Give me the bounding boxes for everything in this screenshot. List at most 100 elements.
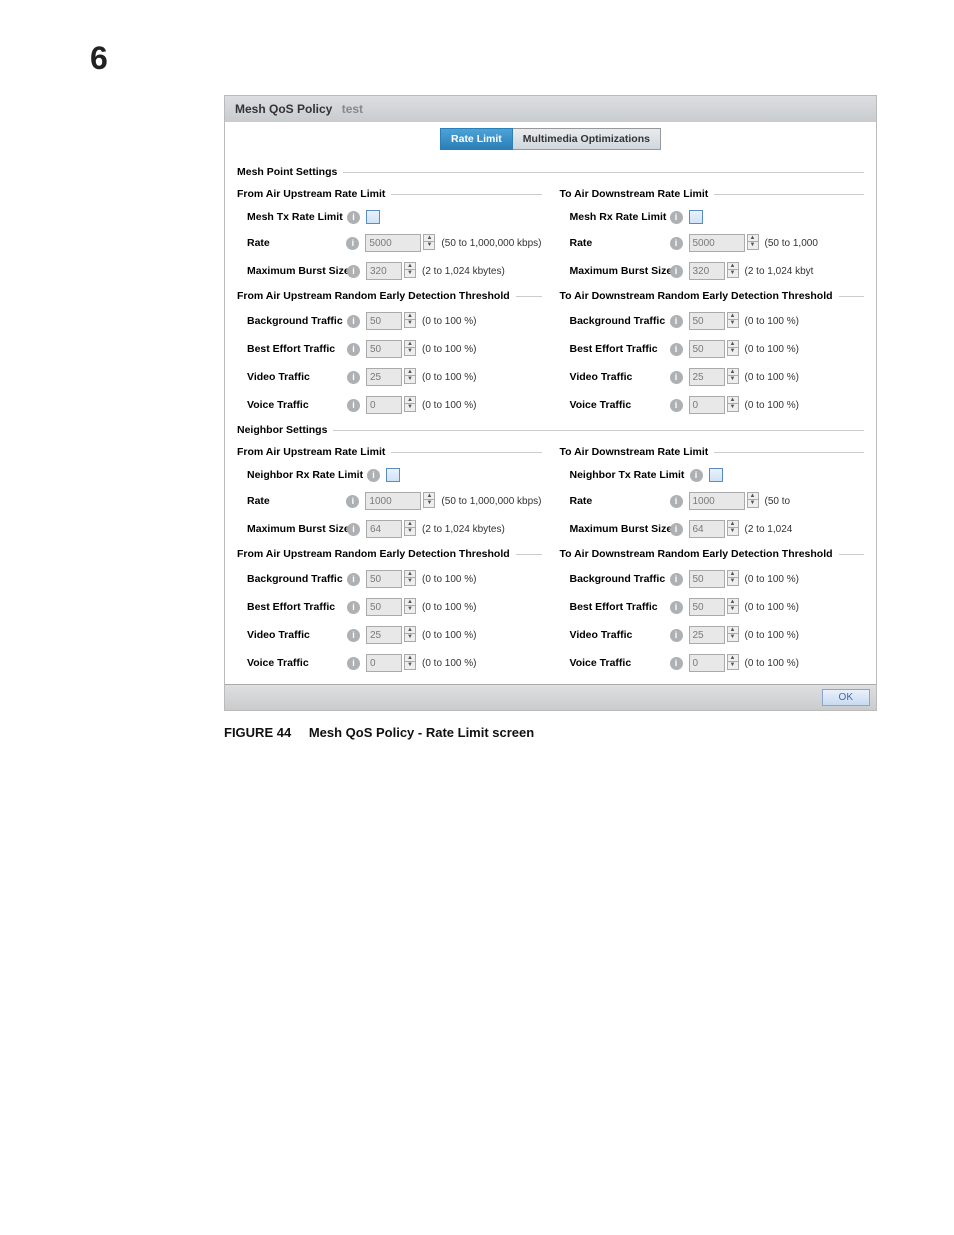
- spin-up-icon[interactable]: ▲: [747, 492, 759, 500]
- input-burst[interactable]: [689, 520, 725, 538]
- input-bg[interactable]: [689, 312, 725, 330]
- spin-voi[interactable]: ▲▼: [689, 654, 739, 672]
- spin-down-icon[interactable]: ▼: [727, 376, 739, 384]
- spin-down-icon[interactable]: ▼: [404, 606, 416, 614]
- info-icon[interactable]: i: [347, 629, 360, 642]
- spin-bg[interactable]: ▲▼: [366, 570, 416, 588]
- input-rate[interactable]: [365, 234, 421, 252]
- input-vid[interactable]: [366, 368, 402, 386]
- spin-down-icon[interactable]: ▼: [747, 500, 759, 508]
- spin-up-icon[interactable]: ▲: [404, 312, 416, 320]
- info-icon[interactable]: i: [670, 237, 683, 250]
- spin-down-icon[interactable]: ▼: [727, 634, 739, 642]
- spin-up-icon[interactable]: ▲: [727, 396, 739, 404]
- info-icon[interactable]: i: [347, 523, 360, 536]
- spin-up-icon[interactable]: ▲: [423, 492, 435, 500]
- spin-rate[interactable]: ▲▼: [689, 234, 759, 252]
- info-icon[interactable]: i: [347, 601, 360, 614]
- spin-down-icon[interactable]: ▼: [404, 528, 416, 536]
- spin-down-icon[interactable]: ▼: [404, 270, 416, 278]
- spin-down-icon[interactable]: ▼: [727, 662, 739, 670]
- input-voi[interactable]: [366, 654, 402, 672]
- spin-be[interactable]: ▲▼: [689, 598, 739, 616]
- input-burst[interactable]: [366, 520, 402, 538]
- info-icon[interactable]: i: [347, 573, 360, 586]
- chk-mesh-rx[interactable]: [689, 210, 703, 224]
- input-bg[interactable]: [366, 570, 402, 588]
- spin-voi[interactable]: ▲▼: [689, 396, 739, 414]
- info-icon[interactable]: i: [670, 399, 683, 412]
- info-icon[interactable]: i: [670, 601, 683, 614]
- chk-neigh-rx[interactable]: [386, 468, 400, 482]
- spin-vid[interactable]: ▲▼: [366, 626, 416, 644]
- info-icon[interactable]: i: [347, 315, 360, 328]
- info-icon[interactable]: i: [347, 399, 360, 412]
- spin-vid[interactable]: ▲▼: [689, 368, 739, 386]
- spin-up-icon[interactable]: ▲: [727, 368, 739, 376]
- info-icon[interactable]: i: [347, 371, 360, 384]
- spin-up-icon[interactable]: ▲: [423, 234, 435, 242]
- spin-up-icon[interactable]: ▲: [727, 626, 739, 634]
- ok-button[interactable]: OK: [822, 689, 870, 706]
- spin-bg[interactable]: ▲▼: [689, 570, 739, 588]
- spin-down-icon[interactable]: ▼: [404, 634, 416, 642]
- info-icon[interactable]: i: [346, 237, 359, 250]
- spin-bg[interactable]: ▲▼: [366, 312, 416, 330]
- input-rate[interactable]: [689, 492, 745, 510]
- spin-vid[interactable]: ▲▼: [689, 626, 739, 644]
- spin-be[interactable]: ▲▼: [366, 598, 416, 616]
- input-be[interactable]: [366, 598, 402, 616]
- spin-down-icon[interactable]: ▼: [423, 500, 435, 508]
- spin-down-icon[interactable]: ▼: [727, 404, 739, 412]
- input-burst[interactable]: [689, 262, 725, 280]
- info-icon[interactable]: i: [690, 469, 703, 482]
- spin-down-icon[interactable]: ▼: [404, 404, 416, 412]
- spin-up-icon[interactable]: ▲: [747, 234, 759, 242]
- info-icon[interactable]: i: [347, 343, 360, 356]
- input-voi[interactable]: [366, 396, 402, 414]
- input-burst[interactable]: [366, 262, 402, 280]
- input-voi[interactable]: [689, 654, 725, 672]
- spin-down-icon[interactable]: ▼: [423, 242, 435, 250]
- spin-down-icon[interactable]: ▼: [727, 270, 739, 278]
- input-rate[interactable]: [365, 492, 421, 510]
- spin-rate[interactable]: ▲▼: [365, 492, 435, 510]
- spin-up-icon[interactable]: ▲: [727, 340, 739, 348]
- info-icon[interactable]: i: [670, 371, 683, 384]
- spin-down-icon[interactable]: ▼: [727, 320, 739, 328]
- spin-be[interactable]: ▲▼: [366, 340, 416, 358]
- spin-up-icon[interactable]: ▲: [404, 598, 416, 606]
- input-voi[interactable]: [689, 396, 725, 414]
- spin-burst[interactable]: ▲▼: [366, 262, 416, 280]
- info-icon[interactable]: i: [670, 315, 683, 328]
- info-icon[interactable]: i: [347, 265, 360, 278]
- spin-up-icon[interactable]: ▲: [404, 570, 416, 578]
- info-icon[interactable]: i: [670, 573, 683, 586]
- spin-vid[interactable]: ▲▼: [366, 368, 416, 386]
- spin-burst[interactable]: ▲▼: [689, 262, 739, 280]
- spin-rate[interactable]: ▲▼: [365, 234, 435, 252]
- spin-voi[interactable]: ▲▼: [366, 396, 416, 414]
- spin-voi[interactable]: ▲▼: [366, 654, 416, 672]
- spin-up-icon[interactable]: ▲: [727, 520, 739, 528]
- info-icon[interactable]: i: [670, 495, 683, 508]
- spin-down-icon[interactable]: ▼: [404, 662, 416, 670]
- spin-up-icon[interactable]: ▲: [727, 570, 739, 578]
- input-bg[interactable]: [689, 570, 725, 588]
- info-icon[interactable]: i: [670, 629, 683, 642]
- spin-up-icon[interactable]: ▲: [404, 654, 416, 662]
- spin-burst[interactable]: ▲▼: [689, 520, 739, 538]
- spin-up-icon[interactable]: ▲: [404, 262, 416, 270]
- info-icon[interactable]: i: [346, 495, 359, 508]
- spin-down-icon[interactable]: ▼: [747, 242, 759, 250]
- spin-down-icon[interactable]: ▼: [727, 348, 739, 356]
- info-icon[interactable]: i: [367, 469, 380, 482]
- tab-rate-limit[interactable]: Rate Limit: [440, 128, 513, 150]
- input-be[interactable]: [689, 340, 725, 358]
- input-vid[interactable]: [689, 626, 725, 644]
- info-icon[interactable]: i: [347, 211, 360, 224]
- spin-up-icon[interactable]: ▲: [404, 368, 416, 376]
- chk-mesh-tx[interactable]: [366, 210, 380, 224]
- spin-up-icon[interactable]: ▲: [404, 520, 416, 528]
- input-rate[interactable]: [689, 234, 745, 252]
